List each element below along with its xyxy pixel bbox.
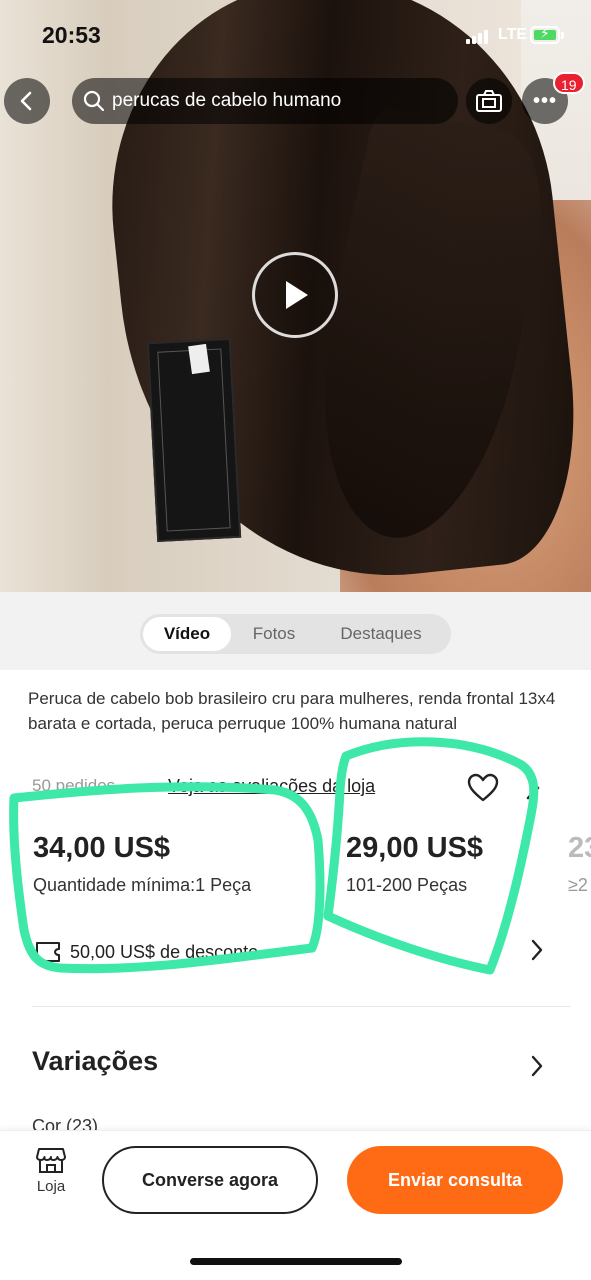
heart-icon	[467, 773, 499, 802]
orders-count: 50 pedidos	[32, 776, 116, 795]
favorite-button[interactable]	[465, 770, 501, 806]
chevron-right-icon	[531, 1055, 543, 1077]
battery-icon: ⚡	[530, 25, 560, 44]
variations-title[interactable]: Variações	[32, 1046, 158, 1077]
chat-now-button[interactable]: Converse agora	[102, 1146, 318, 1214]
status-time: 20:53	[42, 22, 101, 48]
tier-quantity: ≥2	[568, 875, 588, 895]
tier-price: 34,00 US$	[33, 832, 171, 864]
store-icon	[36, 1148, 66, 1173]
store-label: Loja	[36, 1178, 66, 1195]
media-tag-clip	[188, 343, 210, 375]
tab-destaques[interactable]: Destaques	[317, 617, 445, 651]
media-tabs: Vídeo Fotos Destaques	[140, 614, 451, 654]
tab-fotos[interactable]: Fotos	[231, 617, 317, 651]
section-divider	[32, 1006, 570, 1007]
camera-icon	[476, 90, 502, 112]
chevron-right-icon	[526, 776, 540, 800]
share-button[interactable]	[518, 770, 548, 806]
tier-quantity: 101-200 Peças	[346, 875, 468, 895]
network-label: LTE	[498, 26, 528, 43]
tier-quantity: Quantidade mínima:1 Peça	[33, 875, 252, 895]
tier-price: 29,00 US$	[346, 832, 484, 864]
signal-icon	[466, 28, 492, 44]
notification-badge: 19	[553, 72, 585, 94]
discount-chevron[interactable]	[530, 938, 544, 967]
back-button[interactable]	[4, 78, 50, 124]
tier-price: 23	[568, 832, 591, 864]
search-icon	[83, 90, 105, 112]
chevron-left-icon	[20, 91, 32, 111]
coupon-icon	[36, 942, 60, 962]
image-search-button[interactable]	[466, 78, 512, 124]
search-query: perucas de cabelo humano	[112, 90, 342, 111]
send-inquiry-button[interactable]: Enviar consulta	[347, 1146, 563, 1214]
status-bar: 20:53 LTE ⚡	[0, 0, 591, 70]
price-tier: 23 ≥2	[568, 832, 591, 896]
product-title: Peruca de cabelo bob brasileiro cru para…	[28, 689, 556, 733]
store-button[interactable]: Loja	[28, 1146, 74, 1202]
price-tier: 29,00 US$ 101-200 Peças	[346, 832, 483, 896]
price-tier: 34,00 US$ Quantidade mínima:1 Peça	[33, 832, 251, 896]
chevron-right-icon	[531, 939, 543, 961]
store-reviews-link[interactable]: Veja as avaliações da loja	[168, 776, 375, 797]
play-video-button[interactable]	[252, 252, 338, 338]
discount-row[interactable]: 50,00 US$ de desconto	[34, 936, 554, 968]
tab-video[interactable]: Vídeo	[143, 617, 231, 651]
play-icon	[286, 281, 308, 309]
more-dots-icon: •••	[532, 90, 557, 112]
search-input[interactable]: perucas de cabelo humano	[72, 78, 458, 124]
variations-chevron[interactable]	[530, 1054, 544, 1083]
discount-text: 50,00 US$ de desconto	[70, 941, 259, 962]
home-indicator[interactable]	[190, 1258, 402, 1265]
battery-cap	[561, 32, 564, 39]
